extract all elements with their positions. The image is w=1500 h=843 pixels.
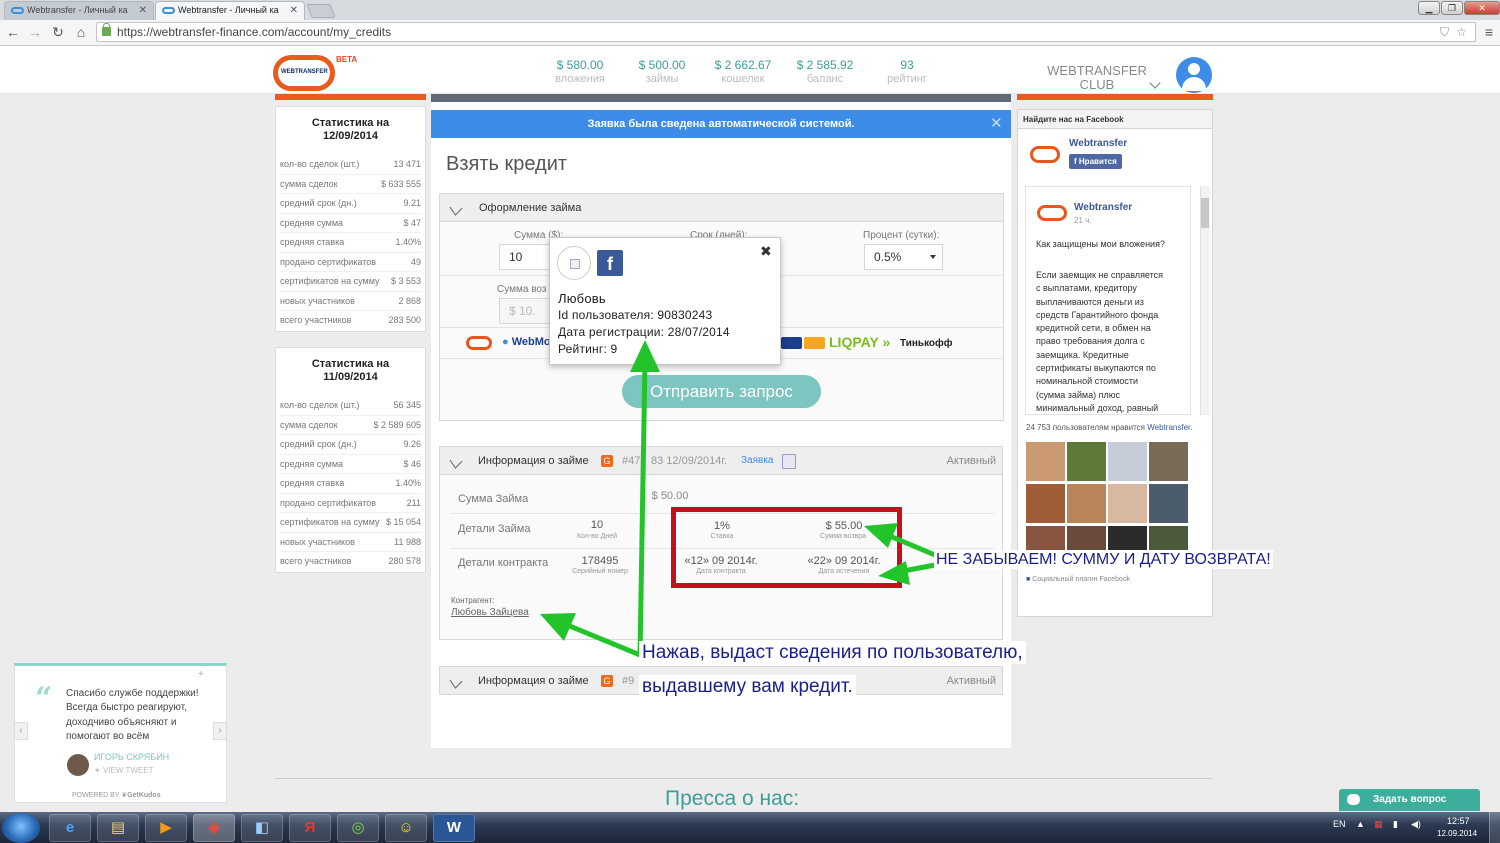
show-desktop-button[interactable] (1489, 812, 1500, 843)
arrow-to-counterparty (559, 619, 641, 658)
tray-signal-icon[interactable]: ▮ (1393, 819, 1398, 830)
taskbar-explorer-icon[interactable]: ▤ (97, 814, 139, 842)
tray-network-icon[interactable]: ▦ (1374, 819, 1383, 830)
annotation-click-line2: выдавшему вам кредит. (639, 675, 856, 698)
footer-divider (275, 778, 1212, 779)
clock-time[interactable]: 12:57 (1447, 816, 1470, 826)
taskbar-smiley-icon[interactable]: ☺ (385, 814, 427, 842)
taskbar-yandex-icon[interactable]: Я (289, 814, 331, 842)
taskbar-app-icon[interactable]: ◎ (337, 814, 379, 842)
tray-volume-icon[interactable]: ◀) (1411, 819, 1421, 830)
chat-bubble-icon (1347, 794, 1360, 805)
annotation-click-line1: Нажав, выдаст сведения по пользователю, (639, 641, 1026, 664)
taskbar-media-icon[interactable]: ▶ (145, 814, 187, 842)
clock-date[interactable]: 12.09.2014 (1437, 829, 1477, 838)
arrowhead-left (864, 523, 898, 548)
arrowhead-left (878, 561, 910, 585)
annotation-remember: НЕ ЗАБЫВАЕМ! СУММУ И ДАТУ ВОЗВРАТА! (934, 550, 1273, 569)
taskbar-ie-icon[interactable]: e (49, 814, 91, 842)
tray-arrow-icon[interactable]: ▲ (1356, 819, 1365, 829)
windows-start-button[interactable] (2, 813, 40, 843)
taskbar-volume-app-icon[interactable]: ◧ (241, 814, 283, 842)
taskbar-word-icon[interactable]: W (433, 814, 475, 842)
arrowhead-up (630, 340, 660, 372)
language-indicator[interactable]: EN (1333, 819, 1346, 829)
ask-question-button[interactable]: Задать вопрос (1339, 789, 1480, 811)
annotation-arrows (540, 340, 936, 658)
press-heading: Пресса о нас: (665, 787, 800, 810)
taskbar-chrome-icon[interactable]: ◉ (193, 814, 235, 842)
arrow-to-popup (637, 359, 648, 656)
arrow-to-return-sum (884, 531, 936, 558)
